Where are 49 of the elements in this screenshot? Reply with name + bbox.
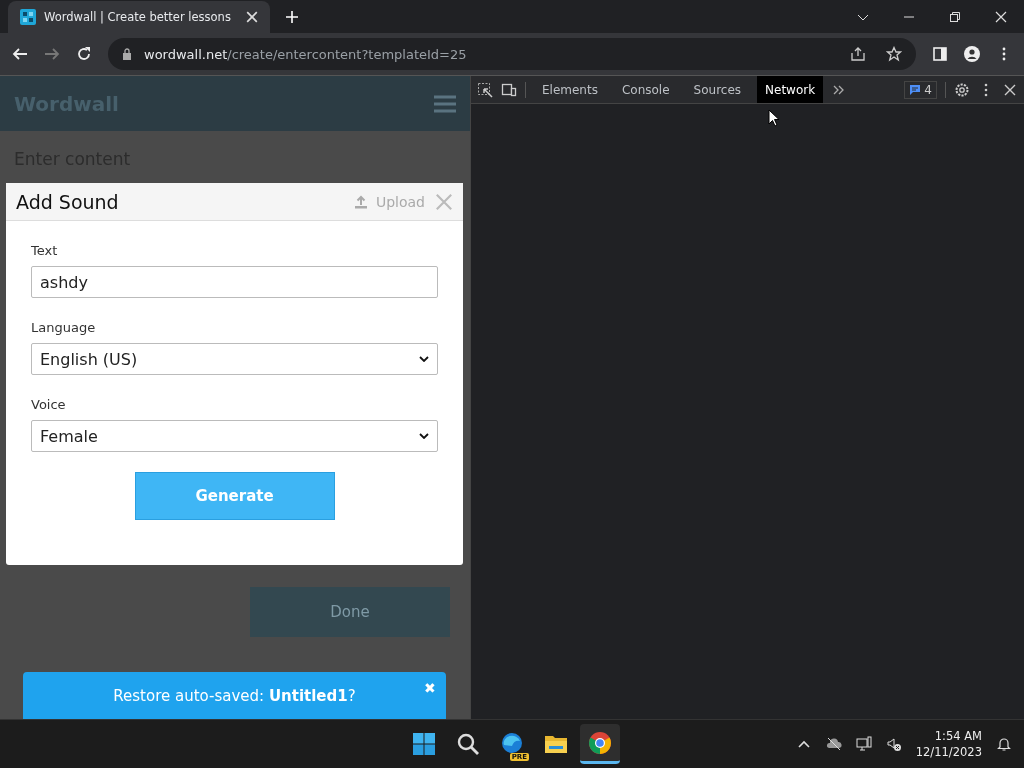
profile-icon[interactable] xyxy=(964,46,980,62)
issues-badge[interactable]: 4 xyxy=(904,80,937,99)
upload-icon xyxy=(353,194,368,209)
taskbar-app[interactable] xyxy=(580,724,620,764)
browser-logo-icon xyxy=(500,732,524,756)
devtools-tab[interactable]: Console xyxy=(613,76,678,103)
address-bar[interactable]: wordwall.net/create/entercontent?templateId=25 xyxy=(108,38,916,70)
inspect-icon[interactable] xyxy=(477,81,493,98)
search-icon xyxy=(456,732,480,756)
bell-icon[interactable] xyxy=(996,736,1012,752)
url-text: wordwall.net/create/entercontent?templateId=25 xyxy=(144,46,467,62)
text-input[interactable]: ashdy xyxy=(31,266,438,298)
field-label: Text xyxy=(31,243,59,258)
cloud-off-icon[interactable] xyxy=(825,736,842,752)
close-icon[interactable] xyxy=(246,11,258,23)
restore-icon[interactable] xyxy=(949,11,961,23)
clock[interactable]: 1:54 AM 12/11/2023 xyxy=(915,728,982,760)
new-tab-icon[interactable] xyxy=(286,11,298,23)
browser-tab[interactable]: Wordwall | Create better lessons xyxy=(8,1,270,33)
mouse-cursor-icon xyxy=(768,109,780,127)
field-label: Voice xyxy=(31,397,67,412)
time-text: 1:54 AM xyxy=(934,728,982,744)
tab-title: Wordwall | Create better lessons xyxy=(44,10,232,24)
date-text: 12/11/2023 xyxy=(915,744,982,760)
dialog-title: Add Sound xyxy=(16,190,119,213)
device-toolbar-icon[interactable] xyxy=(501,81,517,98)
star-icon[interactable] xyxy=(886,46,902,62)
side-panel-icon[interactable] xyxy=(932,46,948,62)
close-icon[interactable] xyxy=(995,11,1007,23)
devtools-tab[interactable]: Sources xyxy=(685,76,750,103)
chrome-logo-icon xyxy=(588,730,612,755)
grid-logo-icon xyxy=(20,9,36,25)
devtools-tab[interactable]: Elements xyxy=(534,76,606,103)
windows-logo-icon xyxy=(412,732,436,756)
speaker-muted-icon[interactable] xyxy=(885,736,902,752)
dropdown[interactable]: Female xyxy=(31,420,438,452)
forward-icon[interactable] xyxy=(44,46,60,62)
settings-icon[interactable] xyxy=(954,81,970,98)
reload-icon[interactable] xyxy=(76,46,92,62)
field-label: Language xyxy=(31,320,97,335)
chevron-down-icon xyxy=(419,356,429,362)
share-icon[interactable] xyxy=(850,46,866,62)
back-icon[interactable] xyxy=(12,46,28,62)
devtools-tab[interactable]: Network xyxy=(757,76,824,103)
chevron-down-icon xyxy=(419,433,429,439)
banner-text: Restore auto-saved: Untitled1? xyxy=(113,686,356,705)
lock-icon xyxy=(122,48,132,60)
dropdown[interactable]: English (US) xyxy=(31,343,438,375)
network-icon[interactable] xyxy=(855,736,872,752)
